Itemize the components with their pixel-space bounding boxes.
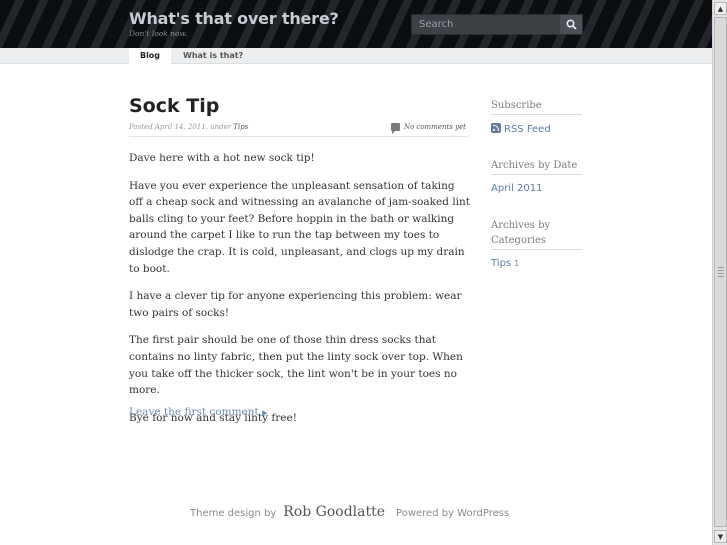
- post-title[interactable]: Sock Tip: [129, 95, 219, 117]
- tab-blog[interactable]: Blog: [129, 48, 171, 64]
- archive-link-april-2011[interactable]: April 2011: [491, 183, 542, 194]
- search-button[interactable]: [560, 15, 582, 34]
- grip-icon: [718, 265, 724, 277]
- arrow-right-icon: ▶: [262, 409, 268, 417]
- sidebar-heading-subscribe: Subscribe: [491, 98, 582, 115]
- rss-feed-link[interactable]: RSS Feed: [491, 123, 551, 135]
- post-date: Posted April 14, 2011, under: [129, 123, 232, 131]
- scroll-up-button[interactable]: ▲: [714, 2, 727, 15]
- speech-bubble-icon: [390, 123, 400, 134]
- comments-link[interactable]: No comments yet: [390, 123, 466, 134]
- search-form: [411, 14, 583, 35]
- site-header: What's that over there? Don't look now.: [0, 0, 712, 48]
- post-meta: Posted April 14, 2011, under Tips No com…: [129, 123, 468, 137]
- powered-by-link[interactable]: Powered by WordPress: [396, 508, 509, 519]
- site-footer: Theme design by Rob Goodlatte Powered by…: [190, 504, 509, 520]
- designer-link[interactable]: Rob Goodlatte: [283, 504, 385, 520]
- comments-count: No comments yet: [403, 123, 466, 131]
- site-tagline: Don't look now.: [129, 29, 188, 38]
- sidebar-heading-archives-date: Archives by Date: [491, 158, 582, 175]
- post-category-link[interactable]: Tips: [233, 123, 248, 131]
- post-paragraph: The first pair should be one of those th…: [129, 334, 463, 397]
- rss-icon: [491, 123, 501, 133]
- category-link-tips[interactable]: Tips 1: [491, 258, 519, 269]
- category-label: Tips: [491, 258, 512, 269]
- sidebar-heading-archives-categories: Archives by Categories: [491, 218, 582, 250]
- category-count: 1: [514, 259, 520, 268]
- rss-feed-label: RSS Feed: [504, 124, 551, 135]
- post-paragraph: I have a clever tip for anyone experienc…: [129, 290, 462, 319]
- footer-theme-text: Theme design by: [190, 508, 277, 519]
- tab-what-is-that[interactable]: What is that?: [183, 48, 243, 64]
- post-paragraph: Dave here with a hot new sock tip!: [129, 152, 315, 164]
- leave-comment-label: Leave the first comment: [129, 406, 259, 418]
- scroll-thumb[interactable]: [714, 17, 727, 527]
- post-body: Dave here with a hot new sock tip! Have …: [129, 150, 471, 437]
- magnifier-icon: [565, 19, 577, 30]
- post-paragraph: Have you ever experience the unpleasant …: [129, 179, 471, 275]
- site-title[interactable]: What's that over there?: [129, 9, 339, 28]
- search-input[interactable]: [412, 15, 560, 34]
- vertical-scrollbar[interactable]: ▲ ▼: [712, 0, 727, 545]
- scroll-down-button[interactable]: ▼: [714, 530, 727, 543]
- main-nav: Blog What is that?: [0, 48, 712, 64]
- leave-comment-link[interactable]: Leave the first comment ▶: [129, 406, 267, 418]
